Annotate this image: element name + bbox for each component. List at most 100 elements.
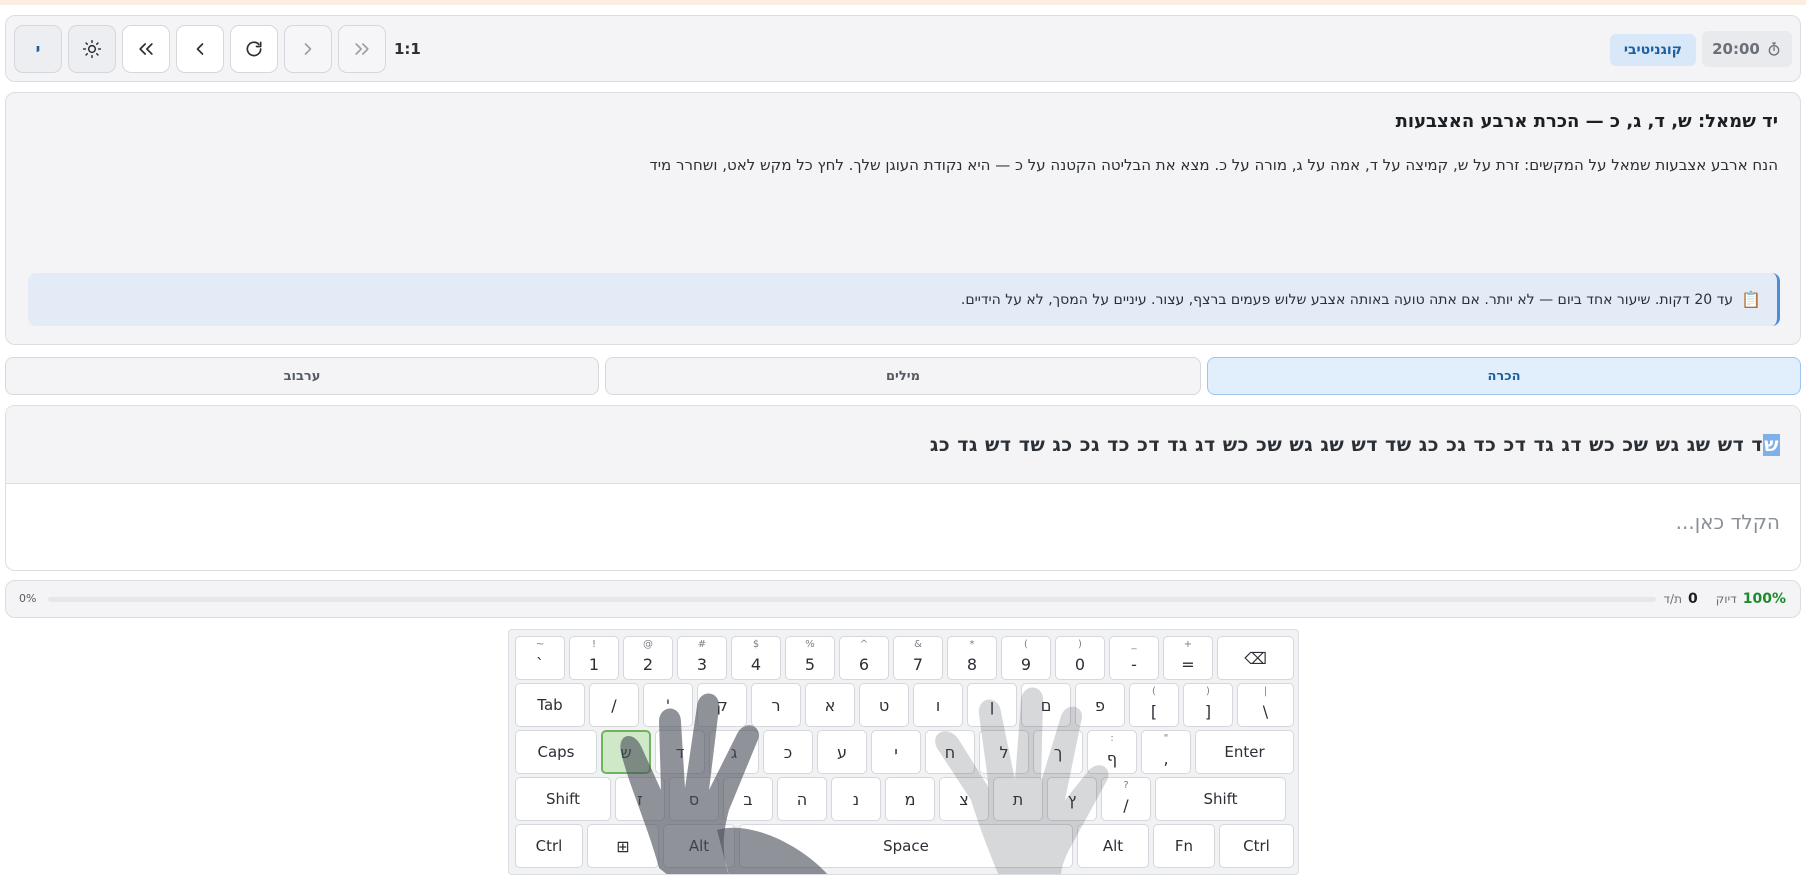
key[interactable]: ! 1 [569,636,619,680]
key[interactable]: )] [1183,683,1233,727]
key[interactable]: Shift [1155,777,1286,821]
key[interactable]: ם [1021,683,1071,727]
key[interactable]: ^ 6 [839,636,889,680]
key-shift-label: # [697,639,707,650]
key[interactable]: Alt [663,824,735,868]
key[interactable]: (9 [1001,636,1051,680]
key-shift-label: % [805,639,815,650]
chevron-left-icon [196,43,204,55]
key[interactable]: ך [1033,730,1083,774]
key[interactable]: ב [723,777,773,821]
key[interactable]: ? / [1101,777,1151,821]
next-lesson-button[interactable] [284,25,332,73]
typing-input[interactable]: הקלד כאן... [1676,510,1780,534]
key[interactable]: Fn [1153,824,1215,868]
restart-button[interactable] [230,25,278,73]
key-label: 8 [966,654,978,674]
key[interactable]: Space [739,824,1073,868]
key[interactable]: ל [979,730,1029,774]
key[interactable]: ", [1141,730,1191,774]
key[interactable]: $4 [731,636,781,680]
key[interactable]: Alt [1077,824,1149,868]
key-label: י [894,742,898,762]
clipboard-icon: 📋 [1741,290,1761,309]
key[interactable]: ן [967,683,1017,727]
key[interactable]: & 7 [893,636,943,680]
key[interactable]: ~ ` [515,636,565,680]
key[interactable]: פ [1075,683,1125,727]
key-backspace[interactable]: ⌫ [1217,636,1294,680]
key[interactable]: #3 [677,636,727,680]
zoom-ratio: 1:1 [394,40,421,58]
windows-icon: ⊞ [616,836,630,856]
key[interactable]: ד [655,730,705,774]
keyboard-layout-button[interactable]: י [14,25,62,73]
key[interactable]: ת [993,777,1043,821]
key-label: [ [1150,701,1158,721]
key[interactable]: מ [885,777,935,821]
previous-lesson-button[interactable] [176,25,224,73]
key[interactable]: ץ [1047,777,1097,821]
tab-words[interactable]: מילים [605,357,1201,395]
key[interactable]: ק [697,683,747,727]
key-label: צ [959,789,969,809]
key-label: ת [1012,789,1024,809]
key[interactable]: ח [925,730,975,774]
key-label: Alt [688,837,710,855]
key[interactable]: ' [643,683,693,727]
key[interactable]: :ף [1087,730,1137,774]
tab-recognition[interactable]: הכרה [1207,357,1801,395]
key[interactable]: Ctrl [1219,824,1294,868]
key-label: 5 [804,654,816,674]
key-label: ה [796,789,808,809]
key[interactable]: ה [777,777,827,821]
key[interactable]: ע [817,730,867,774]
key[interactable]: ג [709,730,759,774]
key[interactable]: * 8 [947,636,997,680]
key-shift-label: " [1163,733,1169,744]
key-label: Fn [1174,837,1194,855]
key[interactable]: + = [1163,636,1213,680]
key[interactable]: ו [913,683,963,727]
tab-mix[interactable]: ערבוב [5,357,599,395]
key-shift-label: | [1263,686,1268,697]
key[interactable]: ט [859,683,909,727]
key[interactable]: נ [831,777,881,821]
key[interactable]: / [589,683,639,727]
key[interactable]: ([ [1129,683,1179,727]
key-windows[interactable]: ⊞ [587,824,659,868]
key[interactable]: % 5 [785,636,835,680]
key-label: 4 [750,654,762,674]
wpm-stat: 0 ת/ד [1663,591,1697,607]
key-shift-label: _ [1131,639,1137,650]
key[interactable]: @2 [623,636,673,680]
first-lesson-button[interactable] [122,25,170,73]
key[interactable]: כ [763,730,813,774]
key[interactable]: | \ [1237,683,1294,727]
key-label: ן [989,695,995,715]
last-lesson-button[interactable] [338,25,386,73]
key-label: ז [637,789,643,809]
key-shift-label: ( [1024,639,1028,650]
key[interactable]: Shift [515,777,611,821]
key-label: 0 [1074,654,1086,674]
key[interactable]: ) 0 [1055,636,1105,680]
mode-badge[interactable]: קוגניטיבי [1609,34,1696,66]
toolbar: י 1:1 קוגניטיבי 20:00 [5,15,1801,82]
virtual-keyboard: ~ `! 1 @2 #3 $4% 5 ^ 6 & 7 * 8(9) 0 _ - + = ⌫ Tab / ' ק ר א ט ו ן ם פ… [508,629,1299,875]
key[interactable]: צ [939,777,989,821]
key[interactable]: Tab [515,683,585,727]
key[interactable]: Enter [1195,730,1294,774]
theme-toggle-button[interactable] [68,25,116,73]
top-accent-line [0,0,1806,5]
key[interactable]: _ - [1109,636,1159,680]
key[interactable]: י [871,730,921,774]
key-label: , [1163,748,1169,768]
key[interactable]: א [805,683,855,727]
key[interactable]: ר [751,683,801,727]
key[interactable]: ז [615,777,665,821]
key[interactable]: Ctrl [515,824,583,868]
key[interactable]: ש [601,730,651,774]
key[interactable]: ס [669,777,719,821]
key[interactable]: Caps [515,730,597,774]
